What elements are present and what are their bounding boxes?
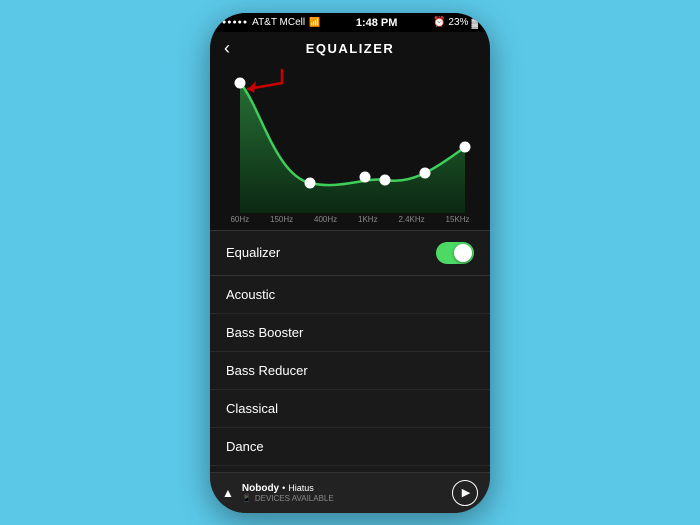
freq-15khz: 15KHz [446,215,470,224]
freq-60hz: 60Hz [230,215,249,224]
preset-acoustic[interactable]: Acoustic [210,276,490,314]
equalizer-toggle-row: Equalizer [210,231,490,275]
player-track-name: Nobody [242,483,279,494]
toggle-knob [454,244,472,262]
freq-labels: 60Hz 150Hz 400Hz 1KHz 2.4KHz 15KHz [210,213,490,230]
devices-label: DEVICES AVAILABLE [255,494,334,503]
player-info: Nobody • Hiatus 📱 DEVICES AVAILABLE [242,483,334,503]
player-separator: • [282,483,285,493]
play-button[interactable]: ▶ [452,480,478,506]
status-left: ●●●●● AT&T MCell 📶 [222,17,320,28]
preset-bass-reducer[interactable]: Bass Reducer [210,352,490,390]
freq-2khz: 2.4KHz [398,215,424,224]
devices-icon: 📱 [242,494,252,503]
alarm-icon: ⏰ [433,17,445,28]
preset-bass-booster[interactable]: Bass Booster [210,314,490,352]
equalizer-label: Equalizer [226,245,280,260]
player-chevron-icon: ▲ [222,486,234,500]
player-left: ▲ Nobody • Hiatus 📱 DEVICES AVAILABLE [222,483,334,503]
battery-label: 23% [448,17,468,28]
eq-graph [210,65,490,213]
freq-400hz: 400Hz [314,215,337,224]
preset-classical[interactable]: Classical [210,390,490,428]
signal-dots: ●●●●● [222,19,248,26]
status-time: 1:48 PM [356,17,398,29]
player-artist-name: Hiatus [288,483,314,493]
page-title: EQUALIZER [210,41,490,56]
play-icon: ▶ [462,486,470,499]
wifi-icon: 📶 [309,17,320,28]
freq-1khz: 1KHz [358,215,378,224]
status-right: ⏰ 23% ▓ [433,17,478,28]
player-bar: ▲ Nobody • Hiatus 📱 DEVICES AVAILABLE ▶ [210,472,490,513]
eq-curve-svg [210,65,490,213]
preset-dance[interactable]: Dance [210,428,490,466]
status-bar: ●●●●● AT&T MCell 📶 1:48 PM ⏰ 23% ▓ [210,13,490,32]
phone-container: ●●●●● AT&T MCell 📶 1:48 PM ⏰ 23% ▓ ‹ EQU… [210,13,490,513]
equalizer-toggle[interactable] [436,242,474,264]
player-devices-row: 📱 DEVICES AVAILABLE [242,494,334,503]
preset-list: Acoustic Bass Booster Bass Reducer Class… [210,276,490,472]
freq-150hz: 150Hz [270,215,293,224]
app-header: ‹ EQUALIZER [210,32,490,65]
back-button[interactable]: ‹ [224,38,230,59]
carrier-label: AT&T MCell [252,17,305,28]
battery-icon: ▓ [471,18,478,28]
